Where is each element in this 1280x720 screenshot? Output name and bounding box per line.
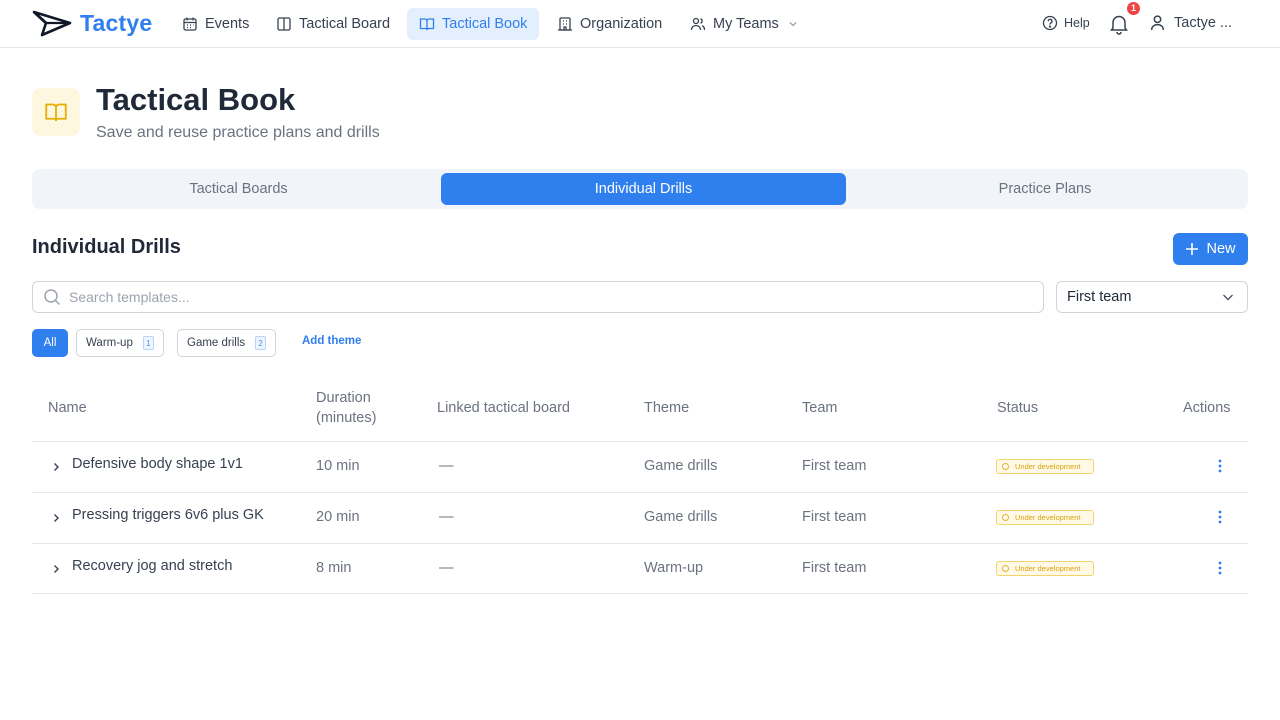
user-icon xyxy=(1150,15,1165,31)
search-field xyxy=(32,281,1044,313)
column-header-duration: Duration (minutes) xyxy=(316,388,376,428)
new-button-label: New xyxy=(1206,241,1236,257)
status-dot-icon xyxy=(1002,514,1009,521)
page-title: Tactical Book xyxy=(96,82,296,117)
column-header-name: Name xyxy=(48,400,87,416)
help-circle-icon xyxy=(1042,15,1058,31)
new-drill-button[interactable]: New xyxy=(1173,233,1248,265)
drill-theme: Warm-up xyxy=(644,560,704,576)
drill-team: First team xyxy=(802,458,867,474)
user-menu[interactable]: Tactye ... xyxy=(1149,14,1232,31)
drill-theme: Game drills xyxy=(644,509,718,525)
drill-team: First team xyxy=(802,509,867,525)
theme-chip-label: Warm-up xyxy=(86,337,133,349)
column-header-team: Team xyxy=(802,400,838,416)
status-label: Under development xyxy=(1015,462,1081,471)
help-label: Help xyxy=(1064,16,1090,30)
notifications-bell-icon[interactable] xyxy=(1108,13,1130,35)
help-button[interactable]: Help xyxy=(1042,15,1090,31)
more-actions-icon[interactable] xyxy=(1218,561,1222,575)
app-logo[interactable]: Tactye xyxy=(32,9,152,37)
board-icon xyxy=(277,17,291,31)
users-icon xyxy=(690,17,706,31)
theme-chip-count: 1 xyxy=(142,336,154,350)
page-subtitle: Save and reuse practice plans and drills xyxy=(96,124,380,141)
building-icon xyxy=(558,17,572,31)
nav-tactical-book[interactable]: Tactical Book xyxy=(407,8,540,40)
column-header-duration-line1: Duration xyxy=(316,390,371,406)
column-header-actions: Actions xyxy=(1183,400,1231,416)
column-header-duration-line2: (minutes) xyxy=(316,410,377,426)
user-name: Tactye ... xyxy=(1174,14,1233,31)
drill-name[interactable]: Pressing triggers 6v6 plus GK xyxy=(72,507,264,523)
theme-chip-warm-up[interactable]: Warm-up 1 xyxy=(76,329,164,357)
column-header-status: Status xyxy=(997,400,1039,416)
status-badge: Under development xyxy=(996,561,1094,576)
status-badge: Under development xyxy=(996,459,1094,474)
search-icon xyxy=(44,289,61,306)
view-tabs: Tactical Boards Individual Drills Practi… xyxy=(32,169,1248,209)
more-actions-icon[interactable] xyxy=(1218,510,1222,524)
status-label: Under development xyxy=(1015,564,1081,573)
nav-tactical-board-label: Tactical Board xyxy=(299,16,391,32)
nav-tactical-board[interactable]: Tactical Board xyxy=(264,8,402,40)
theme-chip-label: Game drills xyxy=(187,337,246,349)
team-filter-select[interactable]: First team xyxy=(1056,281,1248,313)
app-name: Tactye xyxy=(80,9,153,36)
section-title: Individual Drills xyxy=(32,236,181,258)
column-header-theme: Theme xyxy=(644,400,690,416)
theme-chip-all[interactable]: All xyxy=(32,329,68,357)
chevron-right-icon[interactable] xyxy=(51,564,61,574)
drill-theme: Game drills xyxy=(644,458,718,474)
nav-my-teams-label: My Teams xyxy=(713,16,779,32)
nav-my-teams[interactable]: My Teams xyxy=(678,8,810,40)
plus-icon xyxy=(1186,243,1199,255)
drill-linked-board: — xyxy=(439,458,454,474)
calendar-icon xyxy=(183,17,197,31)
theme-chip-game-drills[interactable]: Game drills 2 xyxy=(177,329,277,357)
tab-tactical-boards[interactable]: Tactical Boards xyxy=(36,173,441,205)
notification-badge: 1 xyxy=(1127,2,1140,15)
more-actions-icon[interactable] xyxy=(1218,459,1222,473)
drill-name[interactable]: Defensive body shape 1v1 xyxy=(72,456,243,472)
drill-duration: 8 min xyxy=(316,560,352,576)
tab-practice-plans[interactable]: Practice Plans xyxy=(842,173,1248,205)
theme-chip-count: 2 xyxy=(255,336,267,350)
tactical-book-header-icon xyxy=(32,88,80,136)
tactye-logo-icon xyxy=(32,10,72,37)
chevron-right-icon[interactable] xyxy=(51,513,61,523)
status-dot-icon xyxy=(1002,565,1009,572)
drill-duration: 10 min xyxy=(316,458,360,474)
drill-linked-board: — xyxy=(439,560,454,576)
book-icon xyxy=(45,103,67,122)
nav-organization-label: Organization xyxy=(580,16,663,32)
status-label: Under development xyxy=(1015,513,1081,522)
status-dot-icon xyxy=(1002,463,1009,470)
top-navigation: Tactye Events Tactical Board Tactical Bo… xyxy=(0,0,1280,48)
chevron-right-icon[interactable] xyxy=(51,462,61,472)
drill-linked-board: — xyxy=(439,509,454,525)
column-header-linked-board: Linked tactical board xyxy=(437,400,570,416)
chevron-down-icon xyxy=(1223,294,1233,301)
nav-events[interactable]: Events xyxy=(170,8,261,40)
nav-organization[interactable]: Organization xyxy=(545,8,674,40)
nav-tactical-book-label: Tactical Book xyxy=(442,16,528,32)
drill-duration: 20 min xyxy=(316,509,360,525)
status-badge: Under development xyxy=(996,510,1094,525)
add-theme-link[interactable]: Add theme xyxy=(302,335,361,347)
chevron-down-icon xyxy=(789,22,797,27)
tab-individual-drills[interactable]: Individual Drills xyxy=(441,173,846,205)
nav-events-label: Events xyxy=(205,16,250,32)
search-input[interactable] xyxy=(69,289,969,305)
book-icon xyxy=(419,18,435,31)
drill-name[interactable]: Recovery jog and stretch xyxy=(72,558,232,574)
drill-team: First team xyxy=(802,560,867,576)
team-filter-value: First team xyxy=(1067,289,1132,305)
